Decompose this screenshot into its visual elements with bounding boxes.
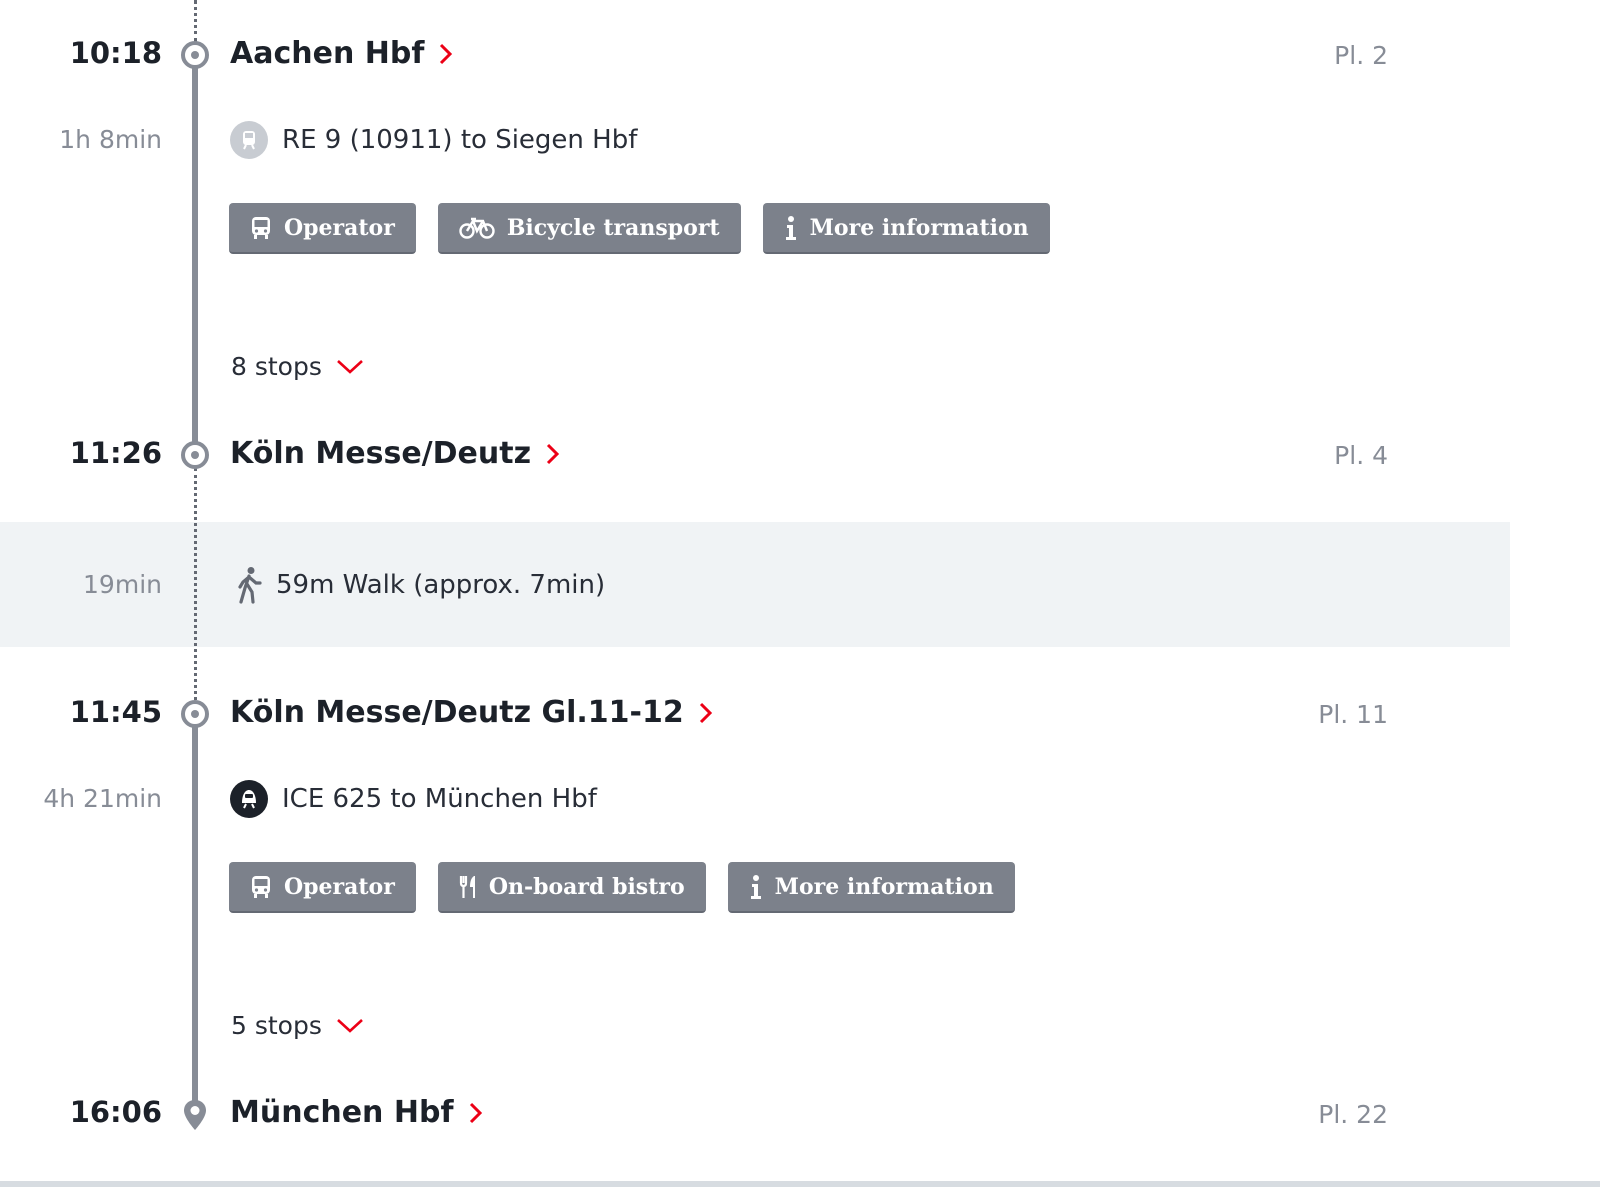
- walk-info: 59m Walk (approx. 7min): [234, 566, 605, 604]
- journey-details: 10:18 Aachen Hbf Pl. 2 1h 8min RE 9 (109…: [0, 0, 1600, 1187]
- bottom-divider: [0, 1181, 1600, 1187]
- timeline-dotted-top: [194, 0, 197, 42]
- bus-icon: [252, 875, 270, 898]
- station-name: Köln Messe/Deutz Gl.11-12: [230, 695, 684, 730]
- station-link-koeln-messe-deutz[interactable]: Köln Messe/Deutz: [230, 436, 563, 471]
- stops-toggle[interactable]: 8 stops: [231, 352, 364, 381]
- bicycle-icon: [459, 217, 495, 239]
- platform-label: Pl. 22: [1318, 1100, 1388, 1129]
- chevron-right-icon: [699, 702, 712, 723]
- info-icon: [750, 874, 761, 899]
- timeline-node-koeln-messe: [181, 441, 209, 469]
- timeline-node-aachen: [181, 41, 209, 69]
- chevron-down-icon: [336, 1018, 363, 1033]
- chevron-right-icon: [546, 443, 560, 464]
- station-name: Köln Messe/Deutz: [230, 436, 532, 471]
- leg-actions: Operator On-board bistro More informatio…: [229, 862, 1015, 913]
- stops-toggle[interactable]: 5 stops: [231, 1011, 364, 1040]
- destination-pin-icon: [184, 1100, 206, 1130]
- transfer-walk-section: [0, 522, 1510, 647]
- station-link-koeln-messe-deutz-gl[interactable]: Köln Messe/Deutz Gl.11-12: [230, 695, 716, 730]
- train-info: ICE 625 to München Hbf: [230, 780, 597, 818]
- station-name: München Hbf: [230, 1095, 454, 1130]
- platform-label: Pl. 2: [1334, 41, 1388, 70]
- walking-person-icon: [238, 567, 262, 604]
- operator-label: Operator: [284, 214, 395, 241]
- more-information-label: More information: [809, 214, 1029, 241]
- stops-count: 8 stops: [231, 352, 322, 381]
- on-board-bistro-label: On-board bistro: [488, 873, 685, 900]
- timeline-dotted-transfer: [194, 468, 197, 713]
- platform-label: Pl. 11: [1318, 700, 1388, 729]
- operator-button[interactable]: Operator: [229, 203, 416, 254]
- operator-label: Operator: [284, 873, 395, 900]
- station-link-muenchen-hbf[interactable]: München Hbf: [230, 1095, 486, 1130]
- timeline-leg-1: [192, 55, 198, 455]
- station-link-aachen-hbf[interactable]: Aachen Hbf: [230, 36, 456, 71]
- platform-label: Pl. 4: [1334, 441, 1388, 470]
- departure-time: 11:45: [69, 695, 162, 729]
- regional-train-icon: [230, 121, 268, 159]
- chevron-down-icon: [336, 359, 363, 374]
- chevron-right-icon: [469, 1102, 482, 1123]
- bus-icon: [252, 216, 270, 239]
- more-information-label: More information: [774, 873, 994, 900]
- train-name: RE 9 (10911) to Siegen Hbf: [282, 125, 638, 155]
- more-information-button[interactable]: More information: [727, 862, 1015, 913]
- cutlery-icon: [459, 875, 475, 898]
- leg-duration: 1h 8min: [59, 125, 162, 154]
- leg-actions: Operator Bicycle transport More informat…: [229, 203, 1050, 254]
- timeline-node-koeln-gl: [181, 700, 209, 728]
- arrival-time: 16:06: [69, 1095, 162, 1129]
- walk-text: 59m Walk (approx. 7min): [276, 570, 606, 600]
- more-information-button[interactable]: More information: [762, 203, 1050, 254]
- station-name: Aachen Hbf: [230, 36, 425, 71]
- chevron-right-icon: [440, 43, 453, 64]
- leg-duration: 4h 21min: [43, 784, 162, 813]
- transfer-duration: 19min: [83, 570, 162, 599]
- timeline-leg-2: [192, 714, 198, 1114]
- operator-button[interactable]: Operator: [229, 862, 416, 913]
- stops-count: 5 stops: [231, 1011, 322, 1040]
- train-info: RE 9 (10911) to Siegen Hbf: [230, 121, 637, 159]
- ice-train-icon: [230, 780, 268, 818]
- train-name: ICE 625 to München Hbf: [282, 784, 597, 814]
- bicycle-transport-label: Bicycle transport: [506, 214, 720, 241]
- bicycle-transport-button[interactable]: Bicycle transport: [437, 203, 741, 254]
- info-icon: [785, 215, 796, 240]
- on-board-bistro-button[interactable]: On-board bistro: [437, 862, 706, 913]
- departure-time: 10:18: [69, 36, 162, 70]
- arrival-time: 11:26: [69, 436, 162, 470]
